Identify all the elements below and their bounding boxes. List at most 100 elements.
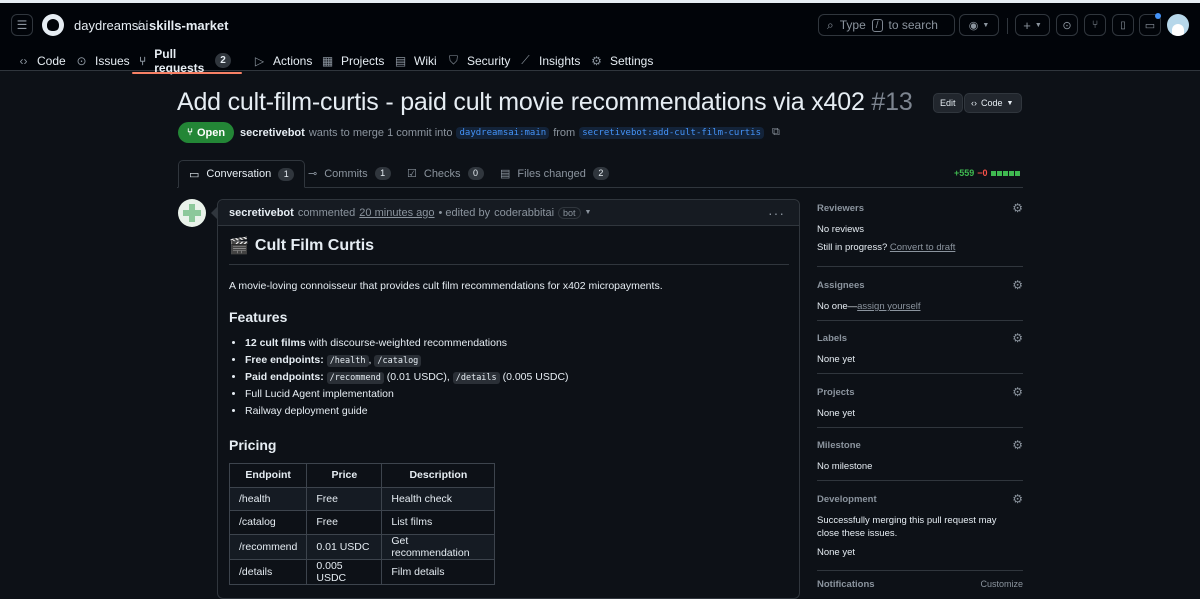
graph-icon: ⟋ bbox=[521, 53, 530, 67]
base-branch[interactable]: daydreamsai:main bbox=[456, 126, 550, 139]
copy-icon[interactable]: ⧉ bbox=[772, 126, 780, 139]
tab-commits[interactable]: ⊸ Commits 1 bbox=[298, 160, 401, 187]
diffstat-blocks bbox=[990, 170, 1020, 176]
tab-wiki[interactable]: ▤ Wiki bbox=[394, 47, 437, 74]
labels-title[interactable]: Labels bbox=[817, 333, 1023, 344]
code-label: Code bbox=[981, 98, 1003, 108]
head-branch[interactable]: secretivebot:add-cult-film-curtis bbox=[579, 126, 764, 139]
menu-button[interactable]: ☰ bbox=[11, 14, 33, 36]
comment-action: commented bbox=[297, 206, 356, 219]
gear-icon[interactable]: ⚙ bbox=[1012, 438, 1023, 452]
avatar[interactable] bbox=[1167, 14, 1189, 36]
commit-icon: ⊸ bbox=[308, 168, 318, 180]
tab-label: Actions bbox=[273, 53, 313, 68]
table-cell: 0.01 USDC bbox=[306, 533, 383, 560]
comment-author-avatar[interactable] bbox=[178, 199, 206, 227]
sidebar-divider bbox=[817, 320, 1023, 321]
tab-files-changed[interactable]: ▤ Files changed 2 bbox=[490, 160, 619, 187]
milestone-section: Milestone ⚙ No milestone bbox=[817, 438, 1023, 473]
copilot-button[interactable]: ◉ ▼ bbox=[959, 14, 999, 36]
active-tab-underline bbox=[132, 72, 242, 74]
checks-count: 0 bbox=[467, 167, 484, 180]
tab-pull-requests[interactable]: ⑂ Pull requests 2 bbox=[138, 47, 232, 75]
assign-yourself-link[interactable]: assign yourself bbox=[857, 301, 920, 312]
pr-meta: secretivebot wants to merge 1 commit int… bbox=[240, 126, 780, 139]
projects-title[interactable]: Projects bbox=[817, 387, 1023, 398]
bot-badge: bot bbox=[558, 206, 581, 219]
tab-security[interactable]: ⛉ Security bbox=[447, 47, 510, 74]
tab-label: Wiki bbox=[414, 53, 437, 68]
search-suffix: to search bbox=[888, 18, 938, 32]
reviewers-section: Reviewers ⚙ No reviews Still in progress… bbox=[817, 201, 1023, 254]
comment-icon: ▭ bbox=[189, 168, 200, 181]
tab-label: Commits bbox=[324, 167, 368, 180]
sidebar-divider bbox=[817, 373, 1023, 374]
pricing-table: Endpoint Price Description /health Free … bbox=[228, 463, 496, 585]
projects-section: Projects ⚙ None yet bbox=[817, 385, 1023, 420]
tab-conversation[interactable]: ▭ Conversation 1 bbox=[178, 160, 306, 188]
gear-icon[interactable]: ⚙ bbox=[1012, 278, 1023, 292]
gear-icon[interactable]: ⚙ bbox=[1012, 385, 1023, 399]
table-cell: List films bbox=[381, 510, 496, 535]
gear-icon[interactable]: ⚙ bbox=[1012, 492, 1023, 506]
tab-label: Settings bbox=[610, 53, 654, 68]
comment-timestamp[interactable]: 20 minutes ago bbox=[359, 207, 434, 219]
list-item: Full Lucid Agent implementation bbox=[245, 386, 789, 403]
tab-issues[interactable]: ⊙ Issues bbox=[75, 47, 129, 74]
milestone-title[interactable]: Milestone bbox=[817, 440, 1023, 451]
file-diff-icon: ▤ bbox=[500, 168, 511, 180]
pull-request-icon: ⑂ bbox=[1091, 19, 1099, 31]
reviewers-title[interactable]: Reviewers bbox=[817, 203, 1023, 214]
pull-requests-button[interactable]: ⑂ bbox=[1084, 14, 1106, 36]
tab-actions[interactable]: ▷ Actions bbox=[253, 47, 312, 74]
table-row: /details 0.005 USDC Film details bbox=[228, 558, 496, 585]
intro-text: A movie-loving connoisseur that provides… bbox=[229, 280, 663, 292]
repositories-button[interactable]: ▯ bbox=[1112, 14, 1134, 36]
tab-checks[interactable]: ☑ Checks 0 bbox=[397, 160, 494, 187]
book-icon: ▤ bbox=[394, 53, 407, 68]
tab-label: Projects bbox=[341, 53, 385, 68]
comment-author-link[interactable]: secretivebot bbox=[229, 207, 294, 219]
github-logo-icon[interactable] bbox=[42, 14, 64, 36]
edit-label: Edit bbox=[940, 98, 956, 108]
tab-insights[interactable]: ⟋ Insights bbox=[519, 47, 580, 74]
table-cell: /details bbox=[228, 558, 308, 585]
create-new-button[interactable]: + ▼ bbox=[1015, 14, 1050, 36]
repo-icon: ▯ bbox=[1120, 19, 1126, 31]
comment-header: secretivebot commented 20 minutes ago • … bbox=[218, 200, 799, 226]
kebab-menu-icon[interactable]: ··· bbox=[768, 205, 785, 221]
convert-to-draft-link[interactable]: Convert to draft bbox=[890, 242, 955, 253]
clapperboard-icon: 🎬 bbox=[229, 238, 249, 255]
pr-title: Add cult-film-curtis - paid cult movie r… bbox=[177, 88, 913, 117]
tab-label: Code bbox=[37, 53, 66, 68]
table-cell: /recommend bbox=[228, 533, 308, 560]
features-list: 12 cult films with discourse-weighted re… bbox=[245, 335, 789, 420]
table-icon: ▦ bbox=[321, 53, 334, 68]
assignees-section: Assignees ⚙ No one—assign yourself bbox=[817, 278, 1023, 313]
code-dropdown-button[interactable]: ‹› Code ▼ bbox=[964, 93, 1022, 113]
copilot-icon: ◉ bbox=[968, 19, 979, 32]
development-title[interactable]: Development bbox=[817, 494, 1023, 505]
tab-projects[interactable]: ▦ Projects bbox=[321, 47, 385, 74]
list-item: Railway deployment guide bbox=[245, 403, 789, 420]
editor-link[interactable]: coderabbitai bbox=[494, 207, 554, 219]
reviewers-value: No reviews bbox=[817, 224, 864, 235]
table-cell: 0.005 USDC bbox=[306, 558, 383, 585]
search-input[interactable]: ⌕ Type / to search bbox=[818, 14, 955, 36]
tab-settings[interactable]: ⚙ Settings bbox=[590, 47, 653, 74]
chevron-down-icon[interactable]: ▼ bbox=[585, 209, 592, 216]
edit-title-button[interactable]: Edit bbox=[933, 93, 963, 113]
gear-icon[interactable]: ⚙ bbox=[1012, 201, 1023, 215]
edited-prefix: • edited by bbox=[438, 206, 491, 219]
gear-icon[interactable]: ⚙ bbox=[1012, 331, 1023, 345]
pr-author-link[interactable]: secretivebot bbox=[240, 127, 305, 139]
issues-button[interactable]: ⊙ bbox=[1056, 14, 1078, 36]
tab-code[interactable]: ‹› Code bbox=[17, 47, 66, 74]
tab-label: Checks bbox=[423, 167, 461, 180]
customize-link[interactable]: Customize bbox=[980, 579, 1023, 589]
repo-link[interactable]: skills-market bbox=[149, 18, 229, 33]
search-shortcut-key: / bbox=[871, 18, 883, 32]
development-section: Development ⚙ Successfully merging this … bbox=[817, 492, 1023, 559]
assignees-title[interactable]: Assignees bbox=[817, 280, 1023, 291]
table-header-row: Endpoint Price Description bbox=[228, 463, 496, 488]
